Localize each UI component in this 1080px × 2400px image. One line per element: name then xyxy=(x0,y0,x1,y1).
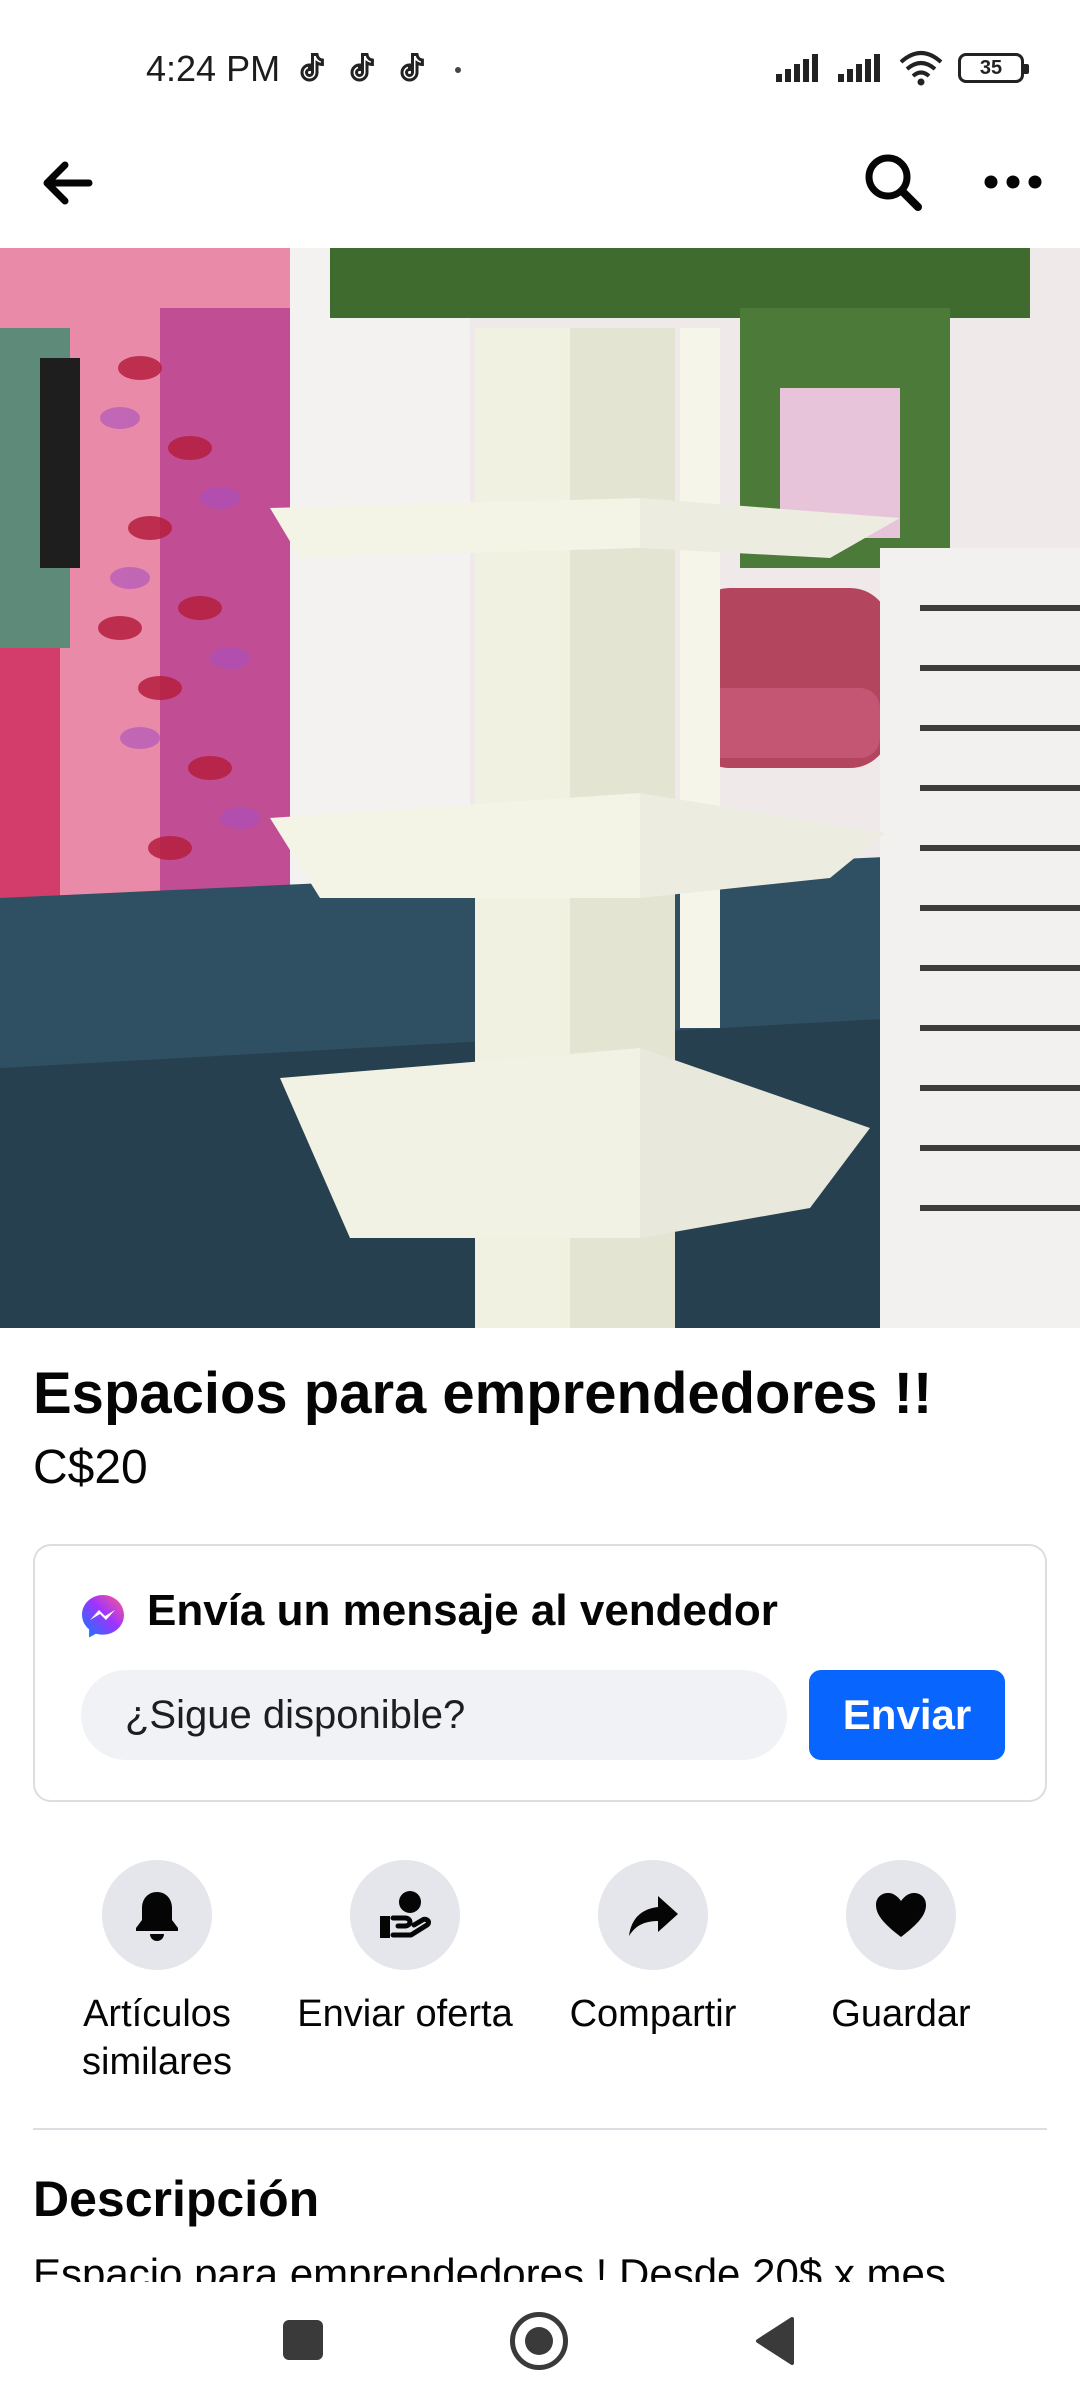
action-label-line: similares xyxy=(82,2041,232,2083)
action-label: Guardar xyxy=(831,1990,970,2038)
send-button[interactable]: Enviar xyxy=(809,1670,1005,1760)
status-time: 4:24 PM xyxy=(146,48,281,89)
top-nav xyxy=(0,140,1080,246)
action-label-line: Artículos xyxy=(83,1993,231,2035)
save-button[interactable]: Guardar xyxy=(781,1860,1021,2038)
system-back-button[interactable] xyxy=(752,2315,796,2367)
status-icons: 35 xyxy=(774,50,1029,86)
status-bar: 4:24 PM 35 xyxy=(0,0,1080,140)
back-arrow-icon xyxy=(43,161,93,205)
listing-photo-image xyxy=(0,248,1080,1328)
recents-button[interactable] xyxy=(283,2320,323,2360)
notification-icons xyxy=(293,50,429,86)
back-button[interactable] xyxy=(34,150,100,216)
action-icon-circle xyxy=(598,1860,708,1970)
more-notifications-dot xyxy=(455,67,461,73)
share-button[interactable]: Compartir xyxy=(533,1860,773,2038)
offer-hand-icon xyxy=(380,1891,431,1938)
action-label-line: Guardar xyxy=(831,1993,971,2035)
home-icon xyxy=(525,2327,553,2355)
description-text: Espacio para emprendedores ! Desde 20$ x… xyxy=(33,2250,946,2282)
similar-items-button[interactable]: Artículos similares xyxy=(37,1860,277,2086)
action-label-line: Enviar oferta xyxy=(297,1993,513,2035)
tiktok-icon xyxy=(400,53,424,82)
battery-level: 35 xyxy=(979,56,1003,79)
wifi-icon xyxy=(899,51,943,86)
action-label: Artículos similares xyxy=(82,1990,232,2086)
tiktok-icon xyxy=(350,53,374,82)
home-button[interactable] xyxy=(510,2312,568,2370)
listing-title: Espacios para emprendedores !! xyxy=(33,1361,933,1426)
action-icon-circle xyxy=(350,1860,460,1970)
battery-icon: 35 xyxy=(958,53,1029,83)
action-label-line: Compartir xyxy=(569,1993,737,2035)
more-options-button[interactable] xyxy=(975,144,1051,220)
signal-icon xyxy=(776,54,818,82)
send-offer-button[interactable]: Enviar oferta xyxy=(285,1860,525,2038)
listing-price: C$20 xyxy=(33,1441,148,1494)
action-label: Compartir xyxy=(570,1990,737,2038)
description-title: Descripción xyxy=(33,2171,320,2227)
message-input[interactable]: ¿Sigue disponible? xyxy=(81,1670,787,1760)
tiktok-icon xyxy=(300,53,324,82)
heart-icon xyxy=(876,1893,926,1937)
share-icon xyxy=(629,1896,678,1936)
more-icon xyxy=(984,175,1042,189)
bell-icon xyxy=(136,1892,178,1941)
section-divider xyxy=(33,2128,1047,2130)
action-icon-circle xyxy=(102,1860,212,1970)
search-icon xyxy=(865,154,922,211)
action-label: Enviar oferta xyxy=(297,1990,512,2038)
listing-photo[interactable] xyxy=(0,248,1080,1328)
action-icon-circle xyxy=(846,1860,956,1970)
message-seller-card: Envía un mensaje al vendedor ¿Sigue disp… xyxy=(33,1544,1047,1802)
signal-icon xyxy=(838,54,880,82)
system-nav-bar xyxy=(0,2282,1080,2400)
action-row: Artículos similares Enviar oferta Compar… xyxy=(0,1860,1080,2100)
search-button[interactable] xyxy=(855,144,931,220)
description-text-container: Espacio para emprendedores ! Desde 20$ x… xyxy=(33,2248,1047,2282)
messenger-icon xyxy=(82,1595,124,1638)
message-heading: Envía un mensaje al vendedor xyxy=(147,1586,778,1635)
